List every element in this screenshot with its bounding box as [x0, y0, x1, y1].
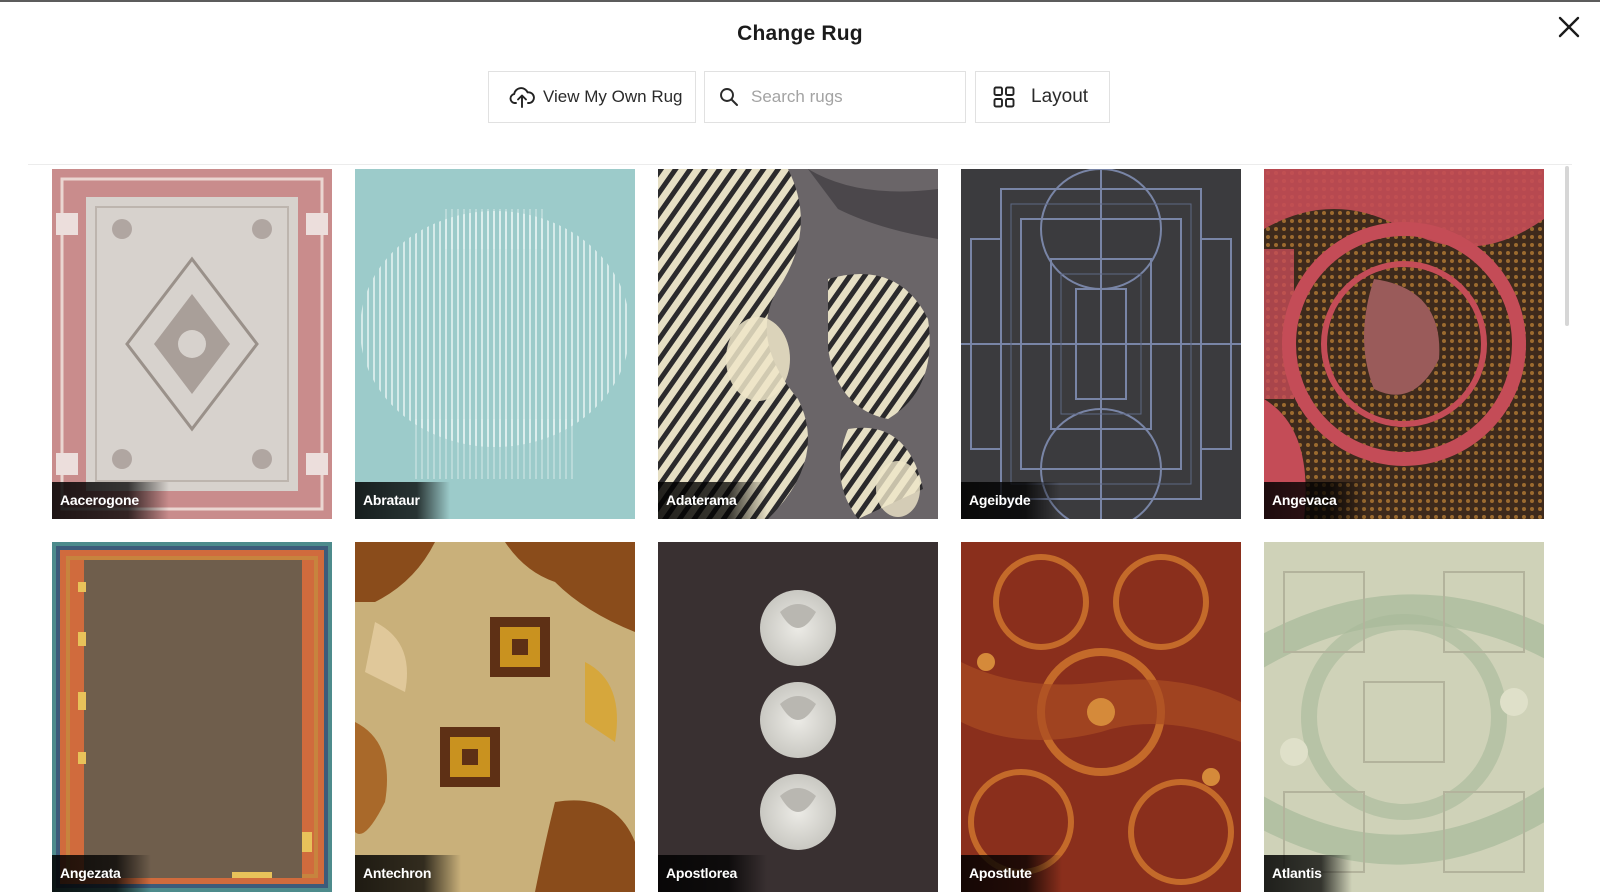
toolbar: View My Own Rug Layout [0, 71, 1600, 125]
rug-thumbnail [52, 542, 332, 892]
grid-icon [993, 86, 1015, 108]
rug-tile-adaterama[interactable]: Adaterama [658, 169, 938, 519]
rug-tile-abrataur[interactable]: Abrataur [355, 169, 635, 519]
rug-thumbnail [355, 169, 635, 519]
search-icon [720, 88, 738, 106]
rug-name: Abrataur [355, 482, 450, 519]
layout-label: Layout [1031, 86, 1089, 107]
rug-tile-atlantis[interactable]: Atlantis [1264, 542, 1544, 892]
rug-name: Atlantis [1264, 855, 1352, 892]
rug-thumbnail [355, 542, 635, 892]
rug-grid: Aacerogone Abrataur Adaterama Ageibyde A… [52, 169, 1544, 892]
scrollbar-thumb[interactable] [1565, 166, 1569, 326]
rug-name: Aacerogone [52, 482, 169, 519]
rug-tile-aacerogone[interactable]: Aacerogone [52, 169, 332, 519]
rug-thumbnail [52, 169, 332, 519]
rug-tile-angezata[interactable]: Angezata [52, 542, 332, 892]
rug-name: Ageibyde [961, 482, 1061, 519]
view-my-own-rug-label: View My Own Rug [543, 87, 683, 106]
close-icon [1558, 16, 1580, 38]
close-button[interactable] [1554, 12, 1584, 42]
rug-thumbnail [658, 169, 938, 519]
rug-name: Angezata [52, 855, 151, 892]
rug-tile-angevaca[interactable]: Angevaca [1264, 169, 1544, 519]
search-box[interactable] [704, 71, 966, 123]
top-border [0, 0, 1600, 2]
rug-name: Apostlorea [658, 855, 768, 892]
rug-thumbnail [1264, 542, 1544, 892]
dialog-title: Change Rug [737, 22, 863, 45]
rug-thumbnail [658, 542, 938, 892]
rug-name: Adaterama [658, 482, 767, 519]
rug-tile-antechron[interactable]: Antechron [355, 542, 635, 892]
rug-tile-ageibyde[interactable]: Ageibyde [961, 169, 1241, 519]
search-input[interactable] [749, 86, 953, 108]
rug-thumbnail [961, 169, 1241, 519]
view-my-own-rug-button[interactable]: View My Own Rug [488, 71, 696, 123]
header-divider [28, 164, 1572, 165]
rug-thumbnail [1264, 169, 1544, 519]
rug-name: Apostlute [961, 855, 1062, 892]
rug-name: Antechron [355, 855, 462, 892]
layout-button[interactable]: Layout [975, 71, 1110, 123]
rug-thumbnail [961, 542, 1241, 892]
rug-name: Angevaca [1264, 482, 1367, 519]
rug-tile-apostlorea[interactable]: Apostlorea [658, 542, 938, 892]
rug-tile-apostlute[interactable]: Apostlute [961, 542, 1241, 892]
cloud-upload-icon [509, 87, 535, 108]
